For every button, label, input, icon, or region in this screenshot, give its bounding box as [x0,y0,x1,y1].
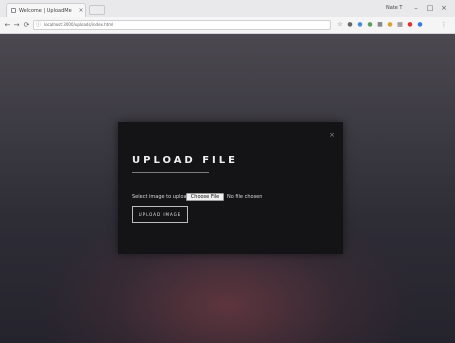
forward-icon[interactable]: → [12,20,21,30]
profile-name[interactable]: Nate T [386,3,406,13]
close-window-icon[interactable]: × [438,2,450,14]
page-icon [11,8,16,13]
star-icon[interactable]: ☆ [336,21,344,29]
new-tab-button[interactable] [89,5,105,15]
reload-icon[interactable]: ⟳ [22,20,31,30]
extension-icon[interactable]: ● [416,21,424,29]
address-url[interactable]: localhost:3000/uploads/index.html [44,21,314,29]
browser-toolbar: ← → ⟳ ⓘ localhost:3000/uploads/index.htm… [0,17,455,34]
extension-icon[interactable]: ■ [376,21,384,29]
tab-close-icon[interactable]: × [77,6,85,16]
upload-image-button[interactable]: UPLOAD IMAGE [132,206,188,223]
menu-icon[interactable]: ⋮ [440,21,448,29]
upload-modal: × UPLOAD FILE Select image to upload: Ch… [118,122,343,254]
choose-file-button[interactable]: Choose File [186,193,224,201]
file-input-row: Select image to upload: Choose File No f… [132,192,332,202]
extension-icon[interactable]: ● [386,21,394,29]
browser-chrome: Welcome | UploadMe × Nate T – □ × ← → ⟳ … [0,0,455,34]
tab-strip: Welcome | UploadMe × Nate T – □ × [0,0,455,17]
page-background: × UPLOAD FILE Select image to upload: Ch… [0,34,455,343]
address-bar[interactable]: ⓘ localhost:3000/uploads/index.html [33,20,331,30]
tab-title: Welcome | UploadMe [19,8,72,14]
title-underline [132,172,209,173]
minimize-icon[interactable]: – [410,2,422,14]
extension-icon[interactable]: ▦ [396,21,404,29]
back-icon[interactable]: ← [3,20,12,30]
info-icon[interactable]: ⓘ [36,22,42,28]
file-prompt-label: Select image to upload: [132,194,192,200]
maximize-icon[interactable]: □ [424,2,436,14]
modal-title: UPLOAD FILE [132,155,238,166]
extension-icon[interactable]: ● [356,21,364,29]
browser-tab[interactable]: Welcome | UploadMe × [6,3,86,17]
extension-icon[interactable]: ● [406,21,414,29]
extension-icon[interactable]: ● [366,21,374,29]
no-file-text: No file chosen [227,194,263,200]
close-icon[interactable]: × [327,130,337,140]
extension-icon[interactable]: ● [346,21,354,29]
